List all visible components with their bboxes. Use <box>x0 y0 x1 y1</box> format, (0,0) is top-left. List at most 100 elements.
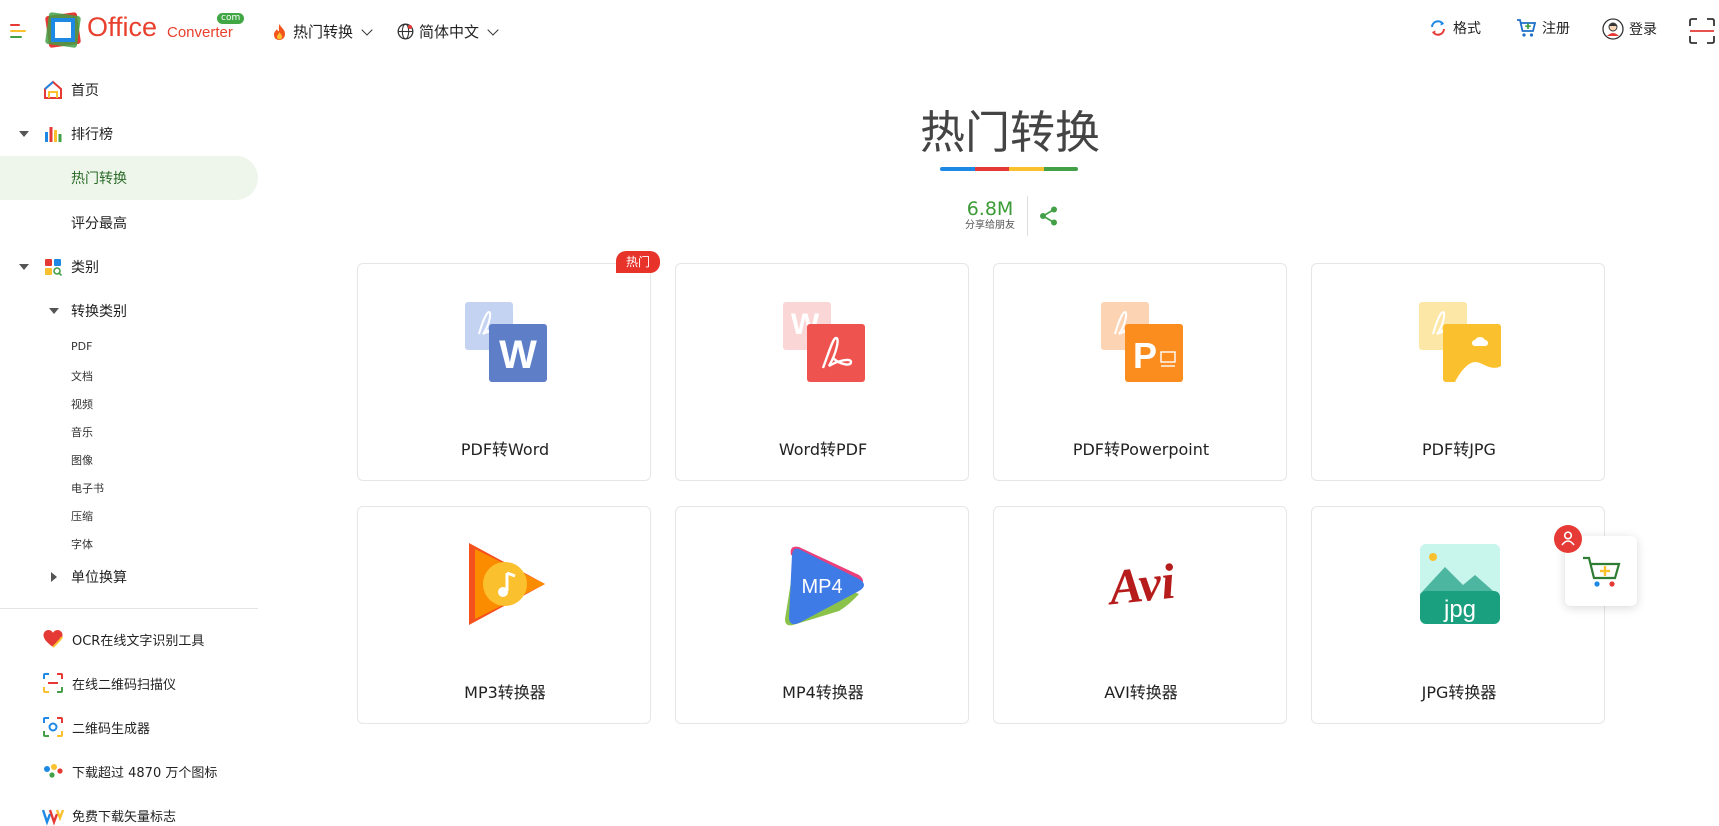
logo-com-badge: com <box>217 13 245 24</box>
sidebar-sub-images[interactable]: 图像 <box>71 452 93 468</box>
card-label: Word转PDF <box>778 440 868 459</box>
scanner-icon <box>43 673 63 693</box>
share-count: 6.8M 分享给朋友 <box>955 198 1025 232</box>
mp4-icon: MP4 <box>785 546 864 626</box>
avi-icon-text: Avi <box>1103 553 1177 616</box>
card-mp3-converter[interactable]: MP3转换器 <box>357 506 651 724</box>
sidebar-tool-qr-scanner[interactable]: 在线二维码扫描仪 <box>42 672 176 694</box>
card-pdf-to-word[interactable]: W PDF转Word <box>357 263 651 481</box>
logo-converter-text: Converter <box>167 24 233 41</box>
qr-generator-icon <box>43 717 63 737</box>
language-dropdown[interactable]: 简体中文 <box>397 21 499 42</box>
card-pdf-to-jpg[interactable]: PDF转JPG <box>1311 263 1605 481</box>
logo-office-text: Office <box>87 12 158 42</box>
user-icon <box>1561 531 1575 546</box>
pdf-to-powerpoint-icon: P <box>1101 302 1183 382</box>
share-icon[interactable] <box>1038 205 1060 227</box>
title-bar-segment-yellow <box>1009 167 1044 171</box>
sidebar-item-rankings[interactable]: 排行榜 <box>0 114 258 154</box>
sidebar-item-top-rated[interactable]: 评分最高 <box>0 203 258 243</box>
formats-label: 格式 <box>1453 21 1481 37</box>
sidebar-sub-pdf[interactable]: PDF <box>71 340 92 353</box>
cart-icon <box>1517 19 1537 37</box>
sidebar-sub-archives[interactable]: 压缩 <box>71 508 93 524</box>
sidebar-tool-vector-logos[interactable]: 免费下载矢量标志 <box>42 804 176 826</box>
pdf-to-jpg-icon <box>1419 302 1501 382</box>
mp3-icon <box>469 543 545 625</box>
card-label: PDF转Powerpoint <box>1072 440 1210 459</box>
sidebar-item-label: 评分最高 <box>71 216 127 232</box>
sidebar-item-label: 转换类别 <box>71 304 127 320</box>
user-avatar-icon <box>1602 18 1624 40</box>
popular-conversions-label: 热门转换 <box>293 23 354 41</box>
caret-down-icon <box>49 308 59 314</box>
avi-icon: Avi <box>1103 553 1177 616</box>
stat-divider <box>1027 196 1028 236</box>
sidebar-tool-label: 下载超过 4870 万个图标 <box>72 765 218 781</box>
menu-icon[interactable] <box>10 24 26 38</box>
card-label: MP3转换器 <box>464 683 546 702</box>
refresh-formats-icon <box>1431 20 1445 36</box>
title-bar-segment-blue <box>940 167 975 171</box>
fire-icon <box>274 23 285 40</box>
scan-frame-icon[interactable] <box>1688 17 1716 45</box>
sidebar-item-label: 首页 <box>71 83 99 99</box>
logo[interactable]: Office Converter com <box>45 10 245 50</box>
popular-conversions-dropdown[interactable]: 热门转换 <box>271 21 373 42</box>
sidebar-divider <box>0 608 258 609</box>
sidebar-sub-documents[interactable]: 文档 <box>71 368 93 384</box>
svg-text:W: W <box>499 333 537 377</box>
hot-badge: 热门 <box>616 251 660 273</box>
shopping-cart-icon <box>1583 556 1621 587</box>
svg-text:P: P <box>1133 335 1157 376</box>
card-label: PDF转JPG <box>1422 440 1496 459</box>
card-label: MP4转换器 <box>782 683 864 702</box>
sidebar-item-popular[interactable]: 热门转换 <box>0 156 258 200</box>
login-link[interactable]: 登录 <box>1602 18 1657 40</box>
vector-logo-icon <box>42 809 64 826</box>
title-bar-segment-green <box>1043 167 1078 171</box>
register-label: 注册 <box>1542 21 1570 37</box>
sidebar-sub-ebooks[interactable]: 电子书 <box>71 480 104 496</box>
share-count-label: 分享给朋友 <box>965 220 1015 231</box>
jpg-icon-text: jpg <box>1443 596 1476 623</box>
card-mp4-converter[interactable]: MP4 MP4转换器 <box>675 506 969 724</box>
sidebar-item-categories[interactable]: 类别 <box>0 247 258 287</box>
sidebar-tool-label: OCR在线文字识别工具 <box>72 633 205 649</box>
sidebar-tool-ocr[interactable]: OCR在线文字识别工具 <box>42 628 204 650</box>
title-color-bar <box>940 167 1078 171</box>
header: Office Converter com 热门转换 简体中文 格式 注册 登录 <box>0 0 1719 62</box>
sidebar-sub-music[interactable]: 音乐 <box>71 424 93 440</box>
dots-icon <box>44 764 63 778</box>
caret-right-icon <box>51 572 57 582</box>
card-word-to-pdf[interactable]: W Word转PDF <box>675 263 969 481</box>
card-label: AVI转换器 <box>1104 683 1178 702</box>
chevron-down-icon <box>361 23 373 36</box>
chevron-down-icon <box>487 23 499 36</box>
sidebar-sub-fonts[interactable]: 字体 <box>71 536 93 552</box>
sidebar: 首页 排行榜 热门转换 评分最高 类别 转换类别 PDF 文档 视频 音乐 图像… <box>0 70 258 826</box>
formats-link[interactable]: 格式 <box>1428 18 1481 38</box>
office-logo-icon <box>45 12 81 48</box>
card-label: JPG转换器 <box>1421 683 1497 702</box>
card-avi-converter[interactable]: Avi AVI转换器 <box>993 506 1287 724</box>
sidebar-tool-label: 在线二维码扫描仪 <box>72 677 177 693</box>
sidebar-item-label: 类别 <box>71 260 99 276</box>
share-count-value: 6.8M <box>966 198 1014 220</box>
bar-chart-icon <box>45 127 62 142</box>
jpg-icon: jpg <box>1420 544 1500 624</box>
sidebar-item-label: 热门转换 <box>71 171 127 187</box>
register-link[interactable]: 注册 <box>1516 18 1570 38</box>
floating-user-button[interactable] <box>1554 525 1582 553</box>
sidebar-item-unit-conversion[interactable]: 单位换算 <box>0 557 258 597</box>
sidebar-sub-video[interactable]: 视频 <box>71 396 93 412</box>
sidebar-item-conversion-categories[interactable]: 转换类别 <box>0 291 258 331</box>
sidebar-tool-qr-generator[interactable]: 二维码生成器 <box>42 716 150 738</box>
card-pdf-to-powerpoint[interactable]: P PDF转Powerpoint <box>993 263 1287 481</box>
heart-icon <box>43 630 63 648</box>
sidebar-tool-icons[interactable]: 下载超过 4870 万个图标 <box>42 760 217 782</box>
sidebar-item-home[interactable]: 首页 <box>0 70 258 110</box>
home-icon <box>44 80 62 99</box>
categories-icon <box>45 259 62 276</box>
language-label: 简体中文 <box>419 23 480 41</box>
